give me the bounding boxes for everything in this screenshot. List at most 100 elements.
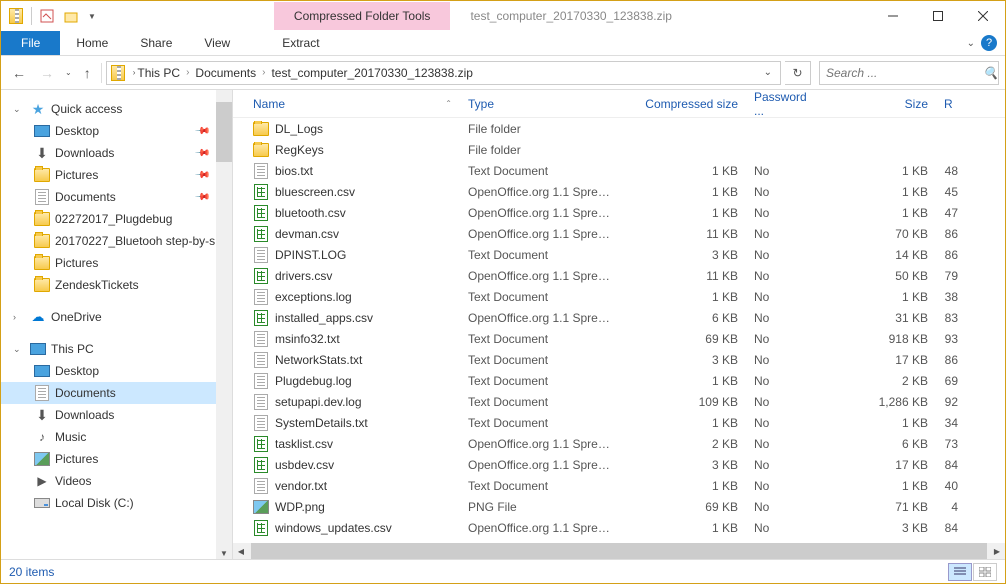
file-row[interactable]: exceptions.log Text Document 1 KB No 1 K… [233,286,1005,307]
address-bar[interactable]: › This PC › Documents › test_computer_20… [106,61,781,85]
horizontal-scrollbar[interactable]: ◀ ▶ [233,543,1005,559]
sidebar-item[interactable]: Desktop📌 [1,120,232,142]
sidebar-item[interactable]: 20170227_Bluetooh step-by-step [1,230,232,252]
properties-icon[interactable] [36,5,58,27]
file-row[interactable]: Plugdebug.log Text Document 1 KB No 2 KB… [233,370,1005,391]
breadcrumb-segment[interactable]: test_computer_20170330_123838.zip [271,66,473,80]
scrollbar-thumb[interactable] [216,102,232,162]
scroll-left-arrow[interactable]: ◀ [233,543,249,559]
chevron-right-icon[interactable]: › [258,67,269,78]
column-type[interactable]: Type [460,97,618,111]
qat-dropdown-icon[interactable]: ▼ [84,12,100,21]
chevron-right-icon[interactable]: › [131,68,138,77]
sidebar-onedrive[interactable]: ›☁OneDrive [1,306,232,328]
refresh-button[interactable]: ↻ [785,61,811,85]
sidebar-item[interactable]: Pictures [1,448,232,470]
search-input[interactable] [826,66,983,80]
file-row[interactable]: DL_Logs File folder [233,118,1005,139]
help-icon[interactable]: ? [981,35,997,51]
sidebar-item[interactable]: Local Disk (C:) [1,492,232,514]
file-type: Text Document [460,248,618,262]
search-box[interactable]: 🔍 [819,61,999,85]
file-tab[interactable]: File [1,31,60,55]
file-row[interactable]: WDP.png PNG File 69 KB No 71 KB 4 [233,496,1005,517]
column-ratio[interactable]: R [936,97,1005,111]
details-view-button[interactable] [948,563,972,581]
maximize-button[interactable] [915,2,960,30]
close-button[interactable] [960,2,1005,30]
file-ratio: 4 [936,500,966,514]
sidebar-item[interactable]: Desktop [1,360,232,382]
file-row[interactable]: tasklist.csv OpenOffice.org 1.1 Sprea...… [233,433,1005,454]
sidebar-item[interactable]: ♪Music [1,426,232,448]
breadcrumb-segment[interactable]: Documents [195,66,256,80]
file-type: Text Document [460,416,618,430]
history-dropdown-icon[interactable]: ⌄ [63,68,74,77]
expand-icon[interactable]: › [13,312,25,322]
thumbnails-view-button[interactable] [973,563,997,581]
sidebar-item[interactable]: 02272017_Plugdebug [1,208,232,230]
file-password: No [746,437,821,451]
file-pane: Name ⌃ Type Compressed size Password ...… [233,90,1005,559]
quick-access-toolbar: ▼ [1,5,104,27]
file-row[interactable]: bios.txt Text Document 1 KB No 1 KB 48 [233,160,1005,181]
file-row[interactable]: setupapi.dev.log Text Document 109 KB No… [233,391,1005,412]
file-row[interactable]: drivers.csv OpenOffice.org 1.1 Sprea... … [233,265,1005,286]
file-name: bios.txt [275,164,313,178]
file-row[interactable]: vendor.txt Text Document 1 KB No 1 KB 40 [233,475,1005,496]
address-dropdown-icon[interactable]: ⌄ [758,67,778,78]
column-password[interactable]: Password ... [746,90,821,118]
column-name[interactable]: Name ⌃ [245,97,460,111]
minimize-button[interactable] [870,2,915,30]
sidebar-item[interactable]: ZendeskTickets [1,274,232,296]
sidebar-item[interactable]: Pictures [1,252,232,274]
zip-app-icon[interactable] [5,5,27,27]
sidebar-item[interactable]: ⬇Downloads [1,404,232,426]
breadcrumb-segment[interactable]: This PC [137,66,180,80]
file-row[interactable]: NetworkStats.txt Text Document 3 KB No 1… [233,349,1005,370]
scroll-right-arrow[interactable]: ▶ [989,543,1005,559]
sidebar-this-pc[interactable]: ⌄This PC [1,338,232,360]
file-row[interactable]: RegKeys File folder [233,139,1005,160]
column-size[interactable]: Size [821,97,936,111]
file-row[interactable]: msinfo32.txt Text Document 69 KB No 918 … [233,328,1005,349]
tab-extract[interactable]: Extract [266,31,335,55]
back-button[interactable]: ← [7,61,31,85]
expand-icon[interactable]: ⌄ [13,104,25,115]
file-row[interactable]: devman.csv OpenOffice.org 1.1 Sprea... 1… [233,223,1005,244]
expand-icon[interactable]: ⌄ [13,344,25,355]
tab-home[interactable]: Home [60,31,124,55]
file-size: 1 KB [821,185,936,199]
sidebar-item[interactable]: ▶Videos [1,470,232,492]
file-ratio: 69 [936,374,966,388]
tab-share[interactable]: Share [124,31,188,55]
chevron-right-icon[interactable]: › [182,67,193,78]
expand-ribbon-icon[interactable]: ⌄ [967,38,975,49]
sidebar-item[interactable]: Documents [1,382,232,404]
file-row[interactable]: usbdev.csv OpenOffice.org 1.1 Sprea... 3… [233,454,1005,475]
file-row[interactable]: SystemDetails.txt Text Document 1 KB No … [233,412,1005,433]
sidebar-item-label: OneDrive [51,310,102,324]
sidebar-quick-access[interactable]: ⌄★Quick access [1,98,232,120]
view-switcher [948,563,997,581]
file-row[interactable]: bluescreen.csv OpenOffice.org 1.1 Sprea.… [233,181,1005,202]
forward-button[interactable]: → [35,61,59,85]
tab-view[interactable]: View [188,31,246,55]
sidebar-item[interactable]: ⬇Downloads📌 [1,142,232,164]
up-button[interactable]: ↑ [78,65,97,81]
file-row[interactable]: windows_updates.csv OpenOffice.org 1.1 S… [233,517,1005,538]
file-row[interactable]: bluetooth.csv OpenOffice.org 1.1 Sprea..… [233,202,1005,223]
file-name: msinfo32.txt [275,332,340,346]
file-row[interactable]: DPINST.LOG Text Document 3 KB No 14 KB 8… [233,244,1005,265]
file-type: Text Document [460,290,618,304]
file-compressed-size: 3 KB [618,458,746,472]
file-row[interactable]: installed_apps.csv OpenOffice.org 1.1 Sp… [233,307,1005,328]
sidebar-item[interactable]: Pictures📌 [1,164,232,186]
scrollbar-thumb[interactable] [251,543,987,559]
scroll-down-arrow[interactable]: ▼ [216,547,232,559]
column-compressed-size[interactable]: Compressed size [618,97,746,111]
file-compressed-size: 6 KB [618,311,746,325]
search-icon[interactable]: 🔍 [983,66,998,80]
sidebar-item[interactable]: Documents📌 [1,186,232,208]
new-folder-icon[interactable] [60,5,82,27]
